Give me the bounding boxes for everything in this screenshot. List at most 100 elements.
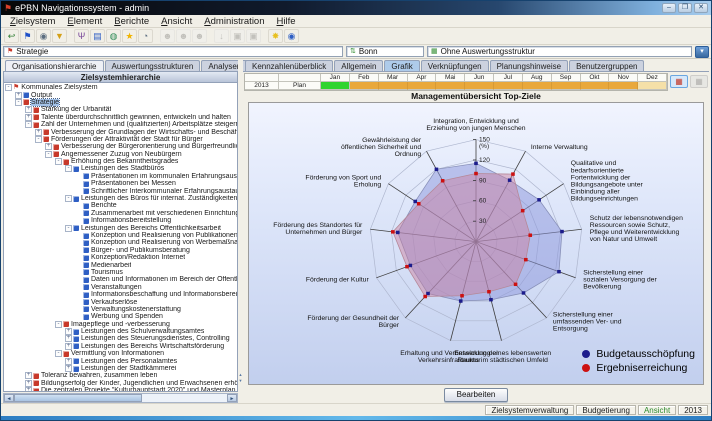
tree-node[interactable]: +Bildungserfolg der Kinder, Jugendlichen…	[5, 380, 237, 387]
month-header-feb[interactable]: Feb	[350, 74, 379, 82]
help-icon[interactable]: ◉	[284, 29, 299, 43]
month-header-apr[interactable]: Apr	[408, 74, 437, 82]
tree-collapse-handle[interactable]: -	[15, 99, 22, 106]
month-header-nov[interactable]: Nov	[609, 74, 638, 82]
scope-field-zielsystem[interactable]: ⚑Strategie	[3, 46, 343, 57]
month-plan-cell-dez[interactable]	[638, 82, 667, 90]
tab-organisationshierarchie[interactable]: Organisationshierarchie	[5, 60, 104, 71]
maximize-button[interactable]: ❐	[678, 3, 692, 13]
tree-node[interactable]: Werbung und Spenden	[5, 313, 237, 320]
tree-collapse-handle[interactable]: -	[45, 151, 52, 158]
split-divider[interactable]: ▲ ▼	[238, 59, 243, 403]
favorites-icon[interactable]: ★	[122, 29, 137, 43]
tree-node[interactable]: -Vermittlung von Informationen	[5, 350, 237, 357]
month-plan-cell-sep[interactable]	[552, 82, 581, 90]
month-plan-cell-jun[interactable]	[465, 82, 494, 90]
tree-node[interactable]: -Strategie	[5, 99, 237, 106]
tree-expand-handle[interactable]: +	[25, 372, 32, 379]
tree-expand-handle[interactable]: +	[45, 143, 52, 150]
tree-collapse-handle[interactable]: -	[55, 350, 62, 357]
tree-collapse-handle[interactable]: -	[65, 225, 72, 232]
month-header-jan[interactable]: Jan	[321, 74, 350, 82]
tree-expand-handle[interactable]: +	[15, 92, 22, 99]
tree-node[interactable]: -Imagepflege und -verbesserung	[5, 321, 237, 328]
minimize-button[interactable]: –	[662, 3, 676, 13]
tree-collapse-handle[interactable]: -	[35, 136, 42, 143]
bulb-icon[interactable]: ✸	[268, 29, 283, 43]
tree-collapse-handle[interactable]: -	[65, 195, 72, 202]
tree-node[interactable]: Verwaltungskostenerstattung	[5, 306, 237, 313]
month-plan-cell-jan[interactable]	[321, 82, 350, 90]
gauge-icon[interactable]: ◔	[138, 29, 153, 43]
tab-grafik[interactable]: Grafik	[384, 60, 419, 71]
pin-button[interactable]: ▾	[695, 46, 709, 58]
tree-node[interactable]: +Leistungen des Bereichs Wirtschaftsförd…	[5, 343, 237, 350]
tree-expand-handle[interactable]: +	[65, 365, 72, 372]
tree-expand-handle[interactable]: +	[25, 106, 32, 113]
tree-node[interactable]: Konzeption/Redaktion Internet	[5, 254, 237, 261]
close-button[interactable]: ✕	[694, 3, 708, 13]
tree-expand-handle[interactable]: +	[35, 129, 42, 136]
tab-allgemein[interactable]: Allgemein	[334, 60, 383, 71]
filter-icon[interactable]: ▼	[52, 29, 67, 43]
tree-node[interactable]: Daten und Informationen im Bereich der Ö…	[5, 276, 237, 283]
tree-node[interactable]: -⚑Kommunales Zielsystem	[5, 84, 237, 91]
tree-collapse-handle[interactable]: -	[5, 84, 12, 91]
tree-node[interactable]: Medienarbeit	[5, 261, 237, 268]
scope-field-auswertung[interactable]: ▦Ohne Auswertungsstruktur	[427, 46, 692, 57]
tree-node[interactable]: Zusammenarbeit mit verschiedenen Einrich…	[5, 210, 237, 217]
tree-node[interactable]: -Leistungen des Stadtbüros	[5, 165, 237, 172]
menu-item-berichte[interactable]: Berichte	[108, 16, 155, 27]
divider-collapse-icon[interactable]: ▲	[238, 372, 243, 377]
month-plan-cell-mai[interactable]	[436, 82, 465, 90]
tree-node[interactable]: Konzeption und Realisierung von Publikat…	[5, 232, 237, 239]
divider-expand-icon[interactable]: ▼	[238, 378, 243, 383]
scroll-right-icon[interactable]: ►	[227, 394, 237, 402]
tree-node[interactable]: Bürger- und Publikumsberatung	[5, 247, 237, 254]
month-plan-cell-aug[interactable]	[523, 82, 552, 90]
flag-icon[interactable]: ⚑	[20, 29, 35, 43]
tree-node[interactable]: Präsentationen im kommunalen Erfahrungsa…	[5, 173, 237, 180]
structure-icon[interactable]: Ψ	[74, 29, 89, 43]
tree-node[interactable]: +Leistungen des Steuerungsdienstes, Cont…	[5, 335, 237, 342]
tree-node[interactable]: Informationsbereitstellung	[5, 217, 237, 224]
tree-node[interactable]: +Die zentralen Projekte "Kulturhauptstad…	[5, 387, 237, 392]
tree-node[interactable]: +Verbesserung der Grundlagen der Wirtsch…	[5, 128, 237, 135]
month-plan-cell-okt[interactable]	[581, 82, 610, 90]
tree-node[interactable]: +Stärkung der Urbanität	[5, 106, 237, 113]
tree-node[interactable]: +Leistungen der Stadtkämmerei	[5, 365, 237, 372]
tree-collapse-handle[interactable]: -	[25, 121, 32, 128]
tree-node[interactable]: -Angemessener Zuzug von Neubürgern	[5, 151, 237, 158]
tab-verknüpfungen[interactable]: Verknüpfungen	[421, 60, 489, 71]
tree-expand-handle[interactable]: +	[65, 358, 72, 365]
tree-node[interactable]: Informationsbeschaffung und Informations…	[5, 291, 237, 298]
month-header-jun[interactable]: Jun	[465, 74, 494, 82]
tree-node[interactable]: Schriftlicher Interkommunaler Erfahrungs…	[5, 187, 237, 194]
tree-node[interactable]: +Talente überdurchschnittlich gewinnen, …	[5, 114, 237, 121]
month-plan-cell-jul[interactable]	[494, 82, 523, 90]
tree-expand-handle[interactable]: +	[65, 335, 72, 342]
tree-collapse-handle[interactable]: -	[55, 321, 62, 328]
globe-shield-icon[interactable]: ◍	[106, 29, 121, 43]
tree-node[interactable]: Präsentationen bei Messen	[5, 180, 237, 187]
tree-expand-handle[interactable]: +	[65, 328, 72, 335]
tree-node[interactable]: -Förderungen der Attraktivität der Stadt…	[5, 136, 237, 143]
menu-item-zielsystem[interactable]: Zielsystem	[4, 16, 61, 27]
tree-node[interactable]: -Zahl der Unternehmen und (qualifizierte…	[5, 121, 237, 128]
tree-node[interactable]: +Toleranz bewahren, zusammen leben	[5, 372, 237, 379]
tree-node[interactable]: -Erhöhung des Bekanntheitsgrades	[5, 158, 237, 165]
tree-node[interactable]: +Leistungen des Schulverwaltungsamtes	[5, 328, 237, 335]
tree-expand-handle[interactable]: +	[25, 114, 32, 121]
month-header-mar[interactable]: Mar	[379, 74, 408, 82]
month-header-dez[interactable]: Dez	[638, 74, 667, 82]
tree-node[interactable]: Verkaufserlöse	[5, 298, 237, 305]
tab-kennzahlenüberblick[interactable]: Kennzahlenüberblick	[245, 60, 333, 71]
month-header-mai[interactable]: Mai	[436, 74, 465, 82]
tree-node[interactable]: Berichte	[5, 202, 237, 209]
month-plan-cell-mar[interactable]	[379, 82, 408, 90]
tree-collapse-handle[interactable]: -	[65, 165, 72, 172]
tab-benutzergruppen[interactable]: Benutzergruppen	[569, 60, 644, 71]
tree-horizontal-scrollbar[interactable]: ◄ ►	[3, 393, 238, 403]
tree-collapse-handle[interactable]: -	[55, 158, 62, 165]
view-icon[interactable]: ◉	[36, 29, 51, 43]
